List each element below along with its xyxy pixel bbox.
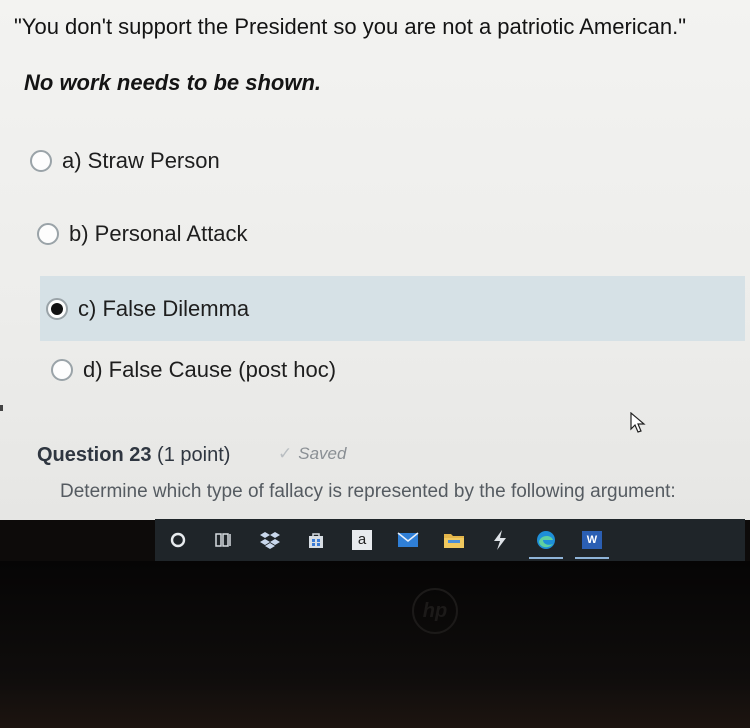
task-view-icon[interactable] — [201, 519, 247, 561]
question-points: (1 point) — [157, 444, 231, 466]
option-b[interactable]: b) Personal Attack — [37, 214, 248, 254]
question-header: Question 23 (1 point) — [37, 444, 230, 467]
amazon-icon[interactable]: a — [339, 519, 385, 561]
saved-status: ✓ Saved — [278, 444, 346, 464]
word-letter: W — [582, 531, 602, 549]
radio-dot-icon — [51, 302, 63, 315]
dropbox-icon[interactable] — [247, 519, 293, 561]
windows-taskbar: a W — [155, 519, 745, 561]
power-automate-icon[interactable] — [477, 519, 523, 561]
saved-label: Saved — [298, 444, 347, 463]
question-number: Question 23 — [37, 444, 152, 466]
amazon-letter: a — [352, 530, 372, 550]
file-explorer-icon[interactable] — [431, 519, 477, 561]
check-icon: ✓ — [278, 444, 293, 463]
edge-mark — [0, 405, 3, 411]
instruction-text: No work needs to be shown. — [24, 70, 322, 95]
radio-button-selected[interactable] — [46, 297, 68, 320]
mouse-cursor-icon — [630, 412, 646, 433]
option-label: a) Straw Person — [62, 148, 220, 173]
option-d[interactable]: d) False Cause (post hoc) — [51, 350, 336, 390]
radio-button[interactable] — [51, 359, 73, 381]
option-label: c) False Dilemma — [78, 295, 250, 321]
laptop-bezel — [0, 561, 750, 728]
option-c[interactable]: c) False Dilemma — [40, 276, 745, 341]
hp-logo: hp — [412, 588, 458, 634]
edge-icon[interactable] — [523, 519, 569, 561]
question-prompt: Determine which type of fallacy is repre… — [60, 481, 676, 502]
cortana-icon[interactable] — [155, 519, 201, 561]
option-label: b) Personal Attack — [69, 221, 248, 246]
option-a[interactable]: a) Straw Person — [30, 141, 220, 181]
store-icon[interactable] — [293, 519, 339, 561]
argument-text: "You don't support the President so you … — [14, 14, 687, 39]
radio-button[interactable] — [30, 150, 52, 172]
option-label: d) False Cause (post hoc) — [83, 357, 337, 382]
radio-button[interactable] — [37, 223, 59, 245]
quiz-screen: "You don't support the President so you … — [0, 0, 750, 520]
mail-icon[interactable] — [385, 519, 431, 561]
word-icon[interactable]: W — [569, 519, 615, 561]
